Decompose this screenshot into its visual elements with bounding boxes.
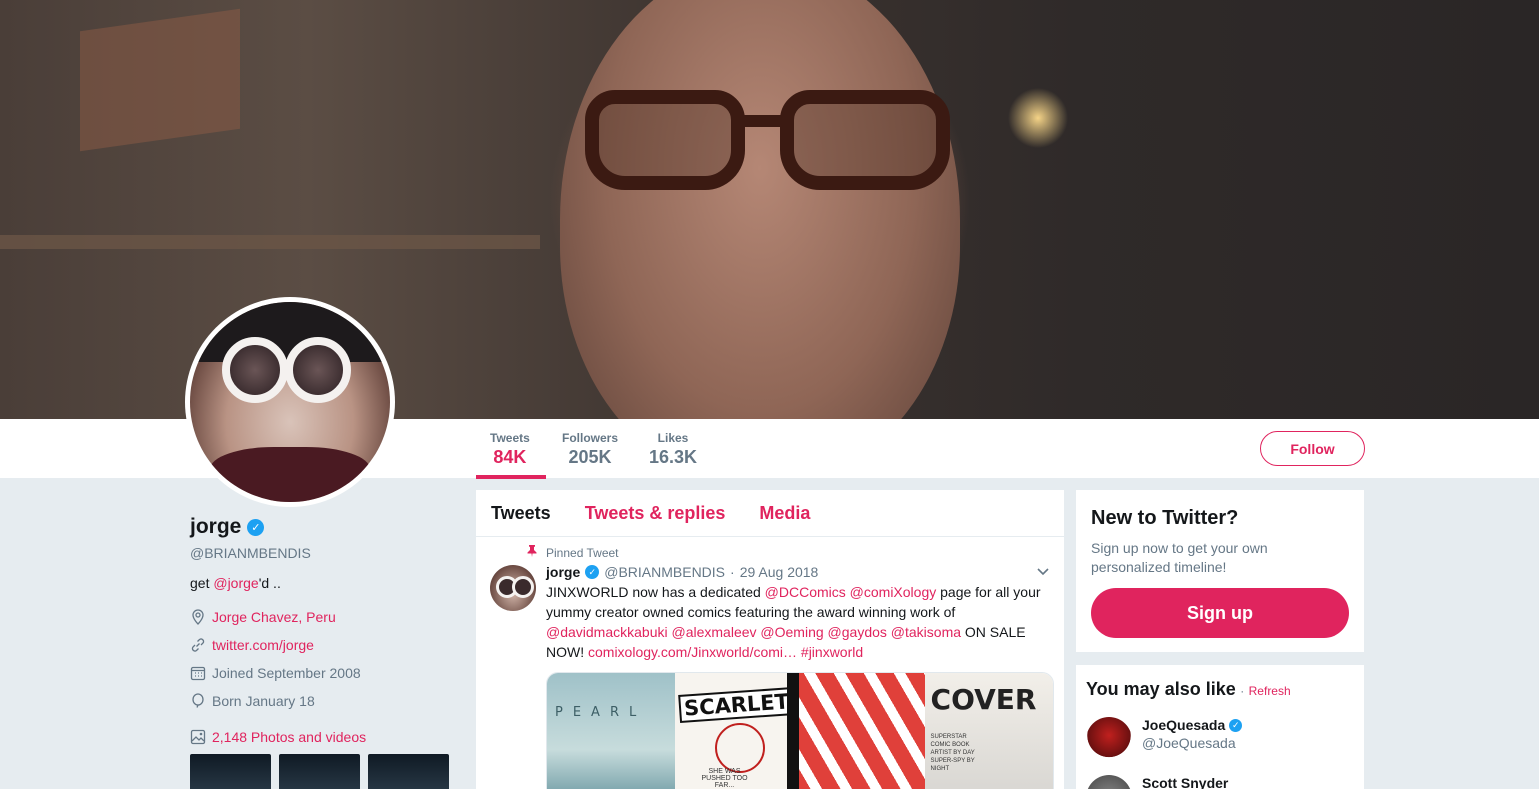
signup-title: New to Twitter? [1091,507,1239,529]
stat-likes-label: Likes [657,431,689,445]
profile-bio: get @jorge'd .. [190,575,460,591]
profile-card: jorge ✓ @BRIANMBENDIS get @jorge'd .. Jo… [190,515,460,751]
location-link[interactable]: Jorge Chavez, Peru [212,609,336,625]
separator-dot: · [1240,684,1245,698]
signup-button[interactable]: Sign up [1091,588,1349,638]
photos-videos-label: 2,148 Photos and videos [212,729,367,745]
mention-link[interactable]: @alexmaleev [672,624,757,640]
wtf-user-name[interactable]: JoeQuesada [1142,717,1225,733]
wtf-user-handle[interactable]: @JoeQuesada [1142,735,1242,751]
comic-cover-cover: COVER SUPERSTAR COMIC BOOK ARTIST BY DAY… [924,673,1053,789]
photos-videos-link[interactable]: 2,148 Photos and videos [190,723,460,751]
website-link[interactable]: twitter.com/jorge [212,637,314,653]
tab-tweets-replies[interactable]: Tweets & replies [585,503,726,524]
tab-media[interactable]: Media [759,503,810,524]
birthday: Born January 18 [212,693,315,709]
timeline: Tweets Tweets & replies Media Pinned Twe… [476,490,1064,789]
stat-followers-label: Followers [562,431,619,445]
tweet-avatar[interactable] [490,565,536,611]
wtf-user-name[interactable]: Scott Snyder [1142,775,1228,789]
joined-row: Joined September 2008 [190,659,460,687]
balloon-icon [190,693,206,709]
verified-badge-icon: ✓ [585,565,600,579]
media-thumbnail[interactable] [368,754,449,789]
user-avatar[interactable] [1086,775,1132,789]
refresh-link[interactable]: Refresh [1249,684,1291,698]
stat-followers[interactable]: Followers 205K [562,431,618,468]
stat-likes[interactable]: Likes 16.3K [649,431,697,468]
pinned-label-row: Pinned Tweet [524,545,1049,560]
wtf-user[interactable]: Scott Snyder [1086,775,1228,789]
tweet-media-image[interactable]: PEARL SCARLET SHE WAS PUSHED TOO FAR... … [546,672,1054,789]
tweet-author-name[interactable]: jorge [546,564,580,580]
stat-followers-value: 205K [568,447,612,467]
stat-tweets[interactable]: Tweets 84K [490,431,530,468]
cover-title: COVER [930,683,1037,716]
signup-description: Sign up now to get your own personalized… [1091,540,1268,575]
location-row: Jorge Chavez, Peru [190,603,460,631]
mention-link[interactable]: @davidmackkabuki [546,624,668,640]
tab-tweets[interactable]: Tweets [491,503,551,524]
comic-cover-flag [799,673,925,789]
tweet-text-part: JINXWORLD now has a dedicated [546,584,765,600]
profile-avatar[interactable] [185,297,395,507]
mention-link[interactable]: @DCComics [765,584,846,600]
active-stat-indicator [476,475,546,479]
bio-text-suffix: 'd .. [258,575,281,591]
tweet-timestamp[interactable]: 29 Aug 2018 [740,564,819,580]
signup-module: New to Twitter? Sign up now to get your … [1076,490,1364,652]
wtf-user[interactable]: JoeQuesada ✓ @JoeQuesada [1086,717,1243,763]
pinned-label: Pinned Tweet [546,545,619,560]
cover-title: PEARL [555,705,647,720]
location-pin-icon [190,609,206,625]
pin-icon [524,545,540,560]
mention-link[interactable]: @gaydos [828,624,887,640]
follow-button[interactable]: Follow [1260,431,1365,466]
hashtag-link[interactable]: #jinxworld [801,644,863,660]
verified-badge-icon: ✓ [247,518,265,536]
media-thumbnails [190,754,449,789]
calendar-icon [190,665,206,681]
profile-name[interactable]: jorge [190,515,241,539]
cover-tagline: SHE WAS PUSHED TOO FAR... [701,768,748,789]
tweet-author-handle[interactable]: @BRIANMBENDIS [604,564,725,580]
comic-cover-scarlet: SCARLET SHE WAS PUSHED TOO FAR... [674,673,795,789]
wtf-title: You may also like [1086,679,1236,699]
url-link[interactable]: comixology.com/Jinxworld/comi… [588,644,797,660]
bio-mention-link[interactable]: @jorge [213,575,258,591]
separator-dot: · [730,564,735,580]
cover-tagline: SUPERSTAR COMIC BOOK ARTIST BY DAY SUPER… [930,734,975,772]
chevron-down-icon[interactable] [1037,565,1049,579]
timeline-tabs: Tweets Tweets & replies Media [476,490,1064,537]
user-avatar[interactable] [1086,717,1132,763]
joined-date: Joined September 2008 [212,665,361,681]
mention-link[interactable]: @Oeming [760,624,823,640]
image-icon [190,729,206,745]
stat-tweets-label: Tweets [490,431,530,445]
stat-likes-value: 16.3K [649,447,698,467]
link-icon [190,637,206,653]
who-to-follow-module: You may also like · Refresh JoeQuesada ✓ … [1076,665,1364,789]
verified-badge-icon: ✓ [1229,718,1243,732]
website-row: twitter.com/jorge [190,631,460,659]
mention-link[interactable]: @comiXology [850,584,937,600]
cover-title: SCARLET [677,687,795,723]
profile-handle[interactable]: @BRIANMBENDIS [190,545,460,561]
stat-tweets-value: 84K [493,447,527,467]
mention-link[interactable]: @takisoma [891,624,961,640]
media-thumbnail[interactable] [279,754,360,789]
bio-text: get [190,575,214,591]
pinned-tweet[interactable]: Pinned Tweet jorge ✓ @BRIANMBENDIS · 29 … [476,537,1064,789]
tweet-text: JINXWORLD now has a dedicated @DCComics … [546,582,1046,662]
born-row: Born January 18 [190,687,460,715]
media-thumbnail[interactable] [190,754,271,789]
comic-cover-pearl: PEARL [547,673,675,789]
